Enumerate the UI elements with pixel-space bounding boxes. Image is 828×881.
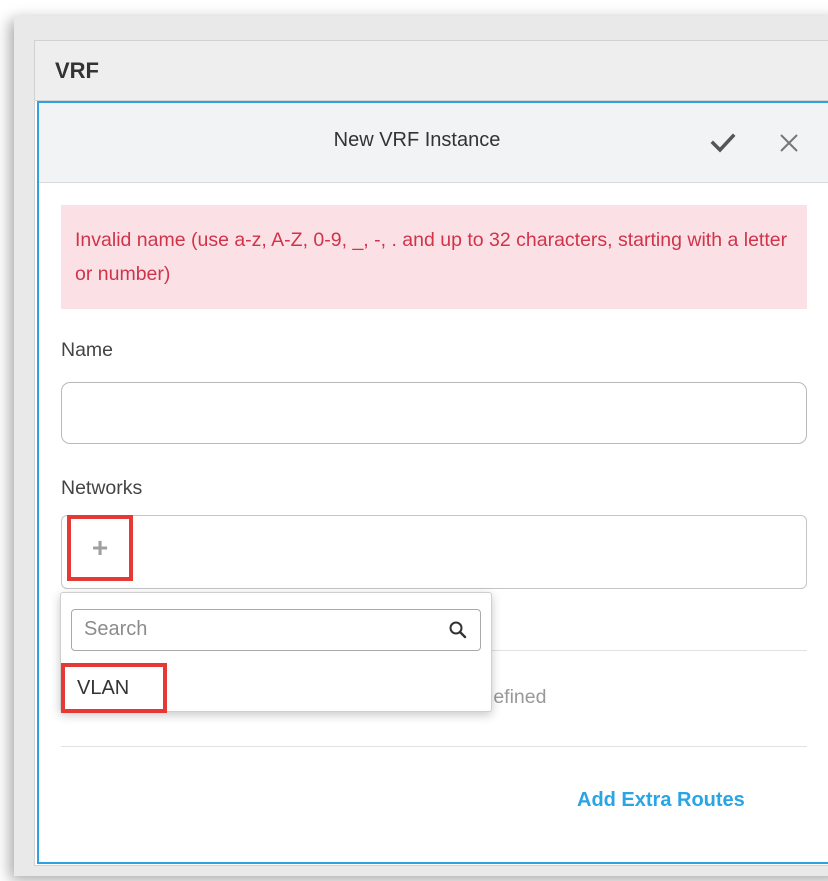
- dropdown-item-vlan[interactable]: VLAN: [61, 663, 167, 713]
- close-button[interactable]: [771, 125, 807, 161]
- plus-icon: +: [91, 532, 109, 563]
- add-extra-routes-link[interactable]: Add Extra Routes: [577, 789, 745, 812]
- vrf-panel: VRF New VRF Instance Invalid name (use a…: [34, 40, 828, 866]
- divider: [61, 746, 807, 747]
- search-icon: [449, 621, 467, 639]
- add-network-button[interactable]: +: [67, 515, 133, 581]
- error-message: Invalid name (use a-z, A-Z, 0-9, _, -, .…: [61, 205, 807, 309]
- new-vrf-form: New VRF Instance Invalid name (use a-z, …: [37, 101, 828, 864]
- empty-state-text: lefined: [489, 686, 547, 708]
- name-label: Name: [61, 339, 114, 361]
- networks-dropdown: VLAN: [60, 592, 492, 713]
- networks-field[interactable]: [61, 515, 807, 589]
- dropdown-search: [71, 609, 481, 651]
- panel-title: VRF: [55, 57, 99, 83]
- checkmark-icon: [710, 133, 736, 153]
- name-input[interactable]: [61, 382, 807, 444]
- form-header: New VRF Instance: [39, 103, 828, 183]
- confirm-button[interactable]: [705, 125, 741, 161]
- search-input[interactable]: [72, 610, 456, 648]
- close-icon: [780, 134, 798, 152]
- vrf-panel-header: VRF: [35, 41, 828, 101]
- networks-label: Networks: [61, 477, 143, 499]
